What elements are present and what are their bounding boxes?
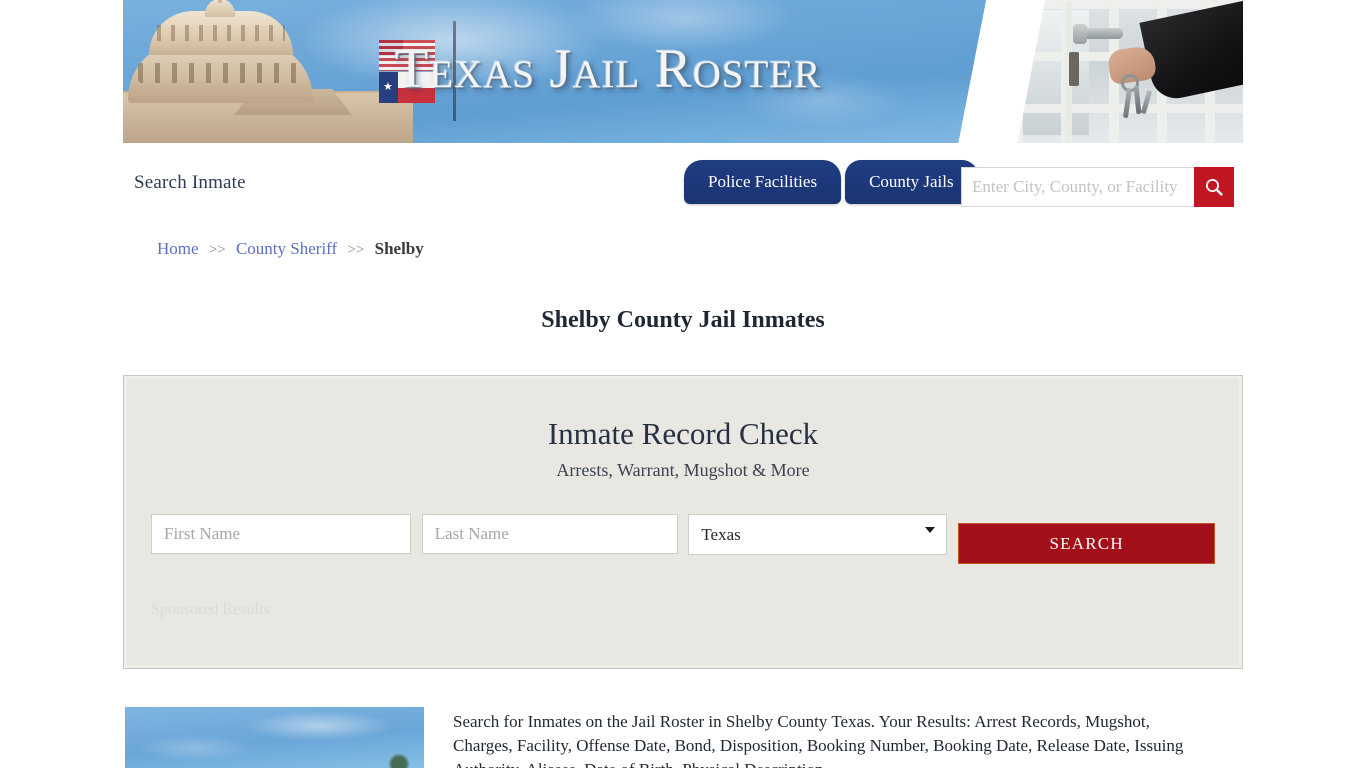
article-thumbnail — [125, 706, 424, 768]
first-name-input[interactable] — [151, 514, 411, 554]
inmate-record-check-panel: Inmate Record Check Arrests, Warrant, Mu… — [123, 375, 1243, 669]
breadcrumb-separator-1: >> — [208, 242, 226, 258]
description-line-1: Search for Inmates on the Jail Roster in… — [453, 712, 1150, 731]
panel-heading: Inmate Record Check — [547, 416, 819, 451]
nav-county-jails[interactable]: County Jails — [845, 160, 978, 204]
header-search — [961, 167, 1234, 207]
sponsored-results-label: Sponsored Results — [151, 601, 270, 618]
facility-search-input[interactable] — [961, 167, 1194, 207]
state-select-wrap: Texas — [688, 514, 948, 555]
search-icon — [1206, 179, 1223, 196]
state-select[interactable]: Texas — [688, 514, 948, 555]
breadcrumb-home[interactable]: Home — [157, 239, 199, 258]
breadcrumb: Home >> County Sheriff >> Shelby — [157, 239, 424, 259]
primary-nav: Police Facilities County Jails — [684, 160, 978, 204]
breadcrumb-separator-2: >> — [347, 242, 365, 258]
page-title: Shelby County Jail Inmates — [541, 307, 825, 334]
banner-title: Texas Jail Roster — [394, 38, 822, 99]
site-header: Search Inmate Police Facilities County J… — [123, 143, 1243, 225]
page-description: Search for Inmates on the Jail Roster in… — [453, 710, 1243, 768]
site-brand[interactable]: Search Inmate — [134, 172, 246, 194]
header-search-button[interactable] — [1194, 167, 1234, 207]
nav-police-facilities[interactable]: Police Facilities — [684, 160, 842, 204]
inmate-search-form: Texas SEARCH — [151, 514, 1215, 564]
last-name-input[interactable] — [421, 514, 679, 554]
inmate-search-button[interactable]: SEARCH — [958, 523, 1215, 564]
page-root: ★ Texas Jail Roster Search Inmate Police… — [0, 0, 1366, 768]
description-line-2: Charges, Facility, Offense Date, Bond, D… — [453, 736, 1184, 755]
panel-subheading: Arrests, Warrant, Mugshot & More — [556, 460, 810, 480]
breadcrumb-county-sheriff[interactable]: County Sheriff — [236, 239, 337, 258]
site-banner: ★ Texas Jail Roster — [123, 0, 1243, 143]
description-line-3: Authority, Aliases, Date of Birth, Physi… — [453, 758, 1243, 768]
breadcrumb-current: Shelby — [374, 239, 424, 258]
